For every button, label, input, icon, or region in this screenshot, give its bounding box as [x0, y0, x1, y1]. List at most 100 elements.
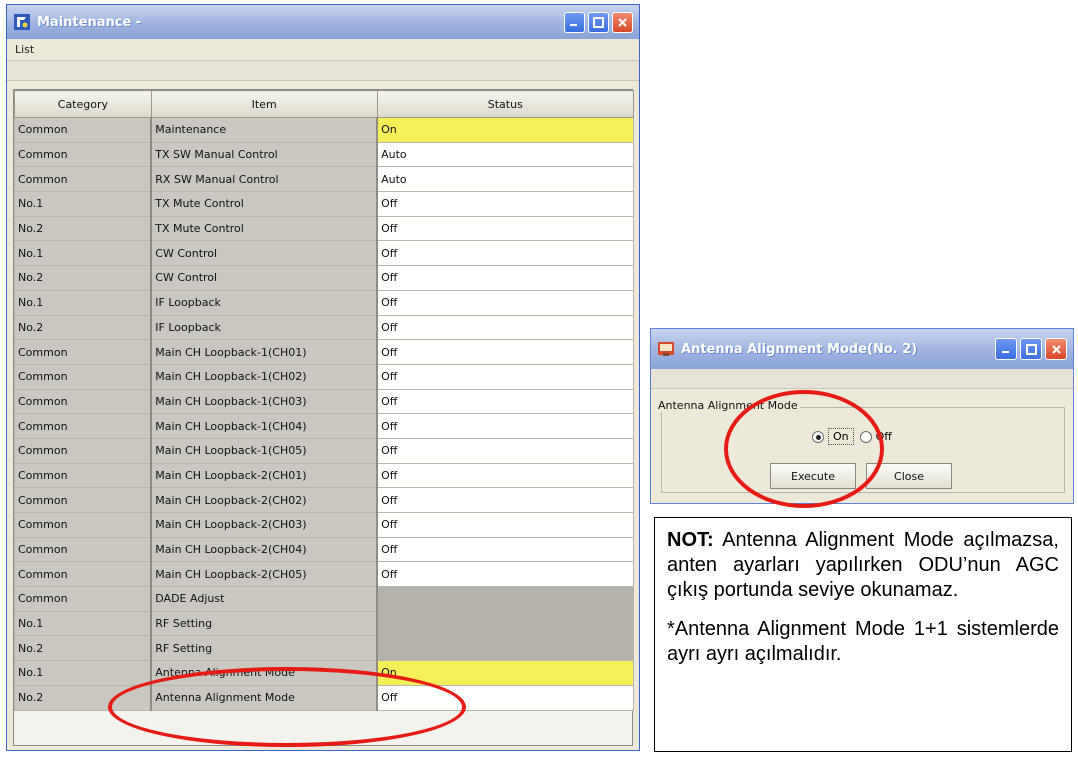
cell-status[interactable]: Off: [376, 191, 635, 217]
cell-status[interactable]: Off: [376, 561, 635, 588]
cell-category[interactable]: No.1: [14, 191, 152, 217]
cell-status[interactable]: [376, 610, 635, 637]
table-row[interactable]: No.1 Antenna Alignment Mode On: [14, 660, 635, 686]
cell-category[interactable]: Common: [14, 512, 152, 538]
cell-category[interactable]: No.1: [14, 289, 152, 316]
cell-category[interactable]: Common: [14, 586, 152, 612]
cell-category[interactable]: No.2: [14, 215, 152, 242]
cell-item[interactable]: DADE Adjust: [150, 586, 378, 612]
table-row[interactable]: Common Main CH Loopback-1(CH03) Off: [14, 388, 635, 415]
table-row[interactable]: No.2 Antenna Alignment Mode Off: [14, 684, 635, 711]
maintenance-titlebar[interactable]: Maintenance -: [7, 5, 639, 39]
cell-item[interactable]: RF Setting: [150, 610, 378, 637]
cell-status[interactable]: Off: [376, 536, 635, 563]
column-header-status[interactable]: Status: [376, 90, 635, 118]
table-row[interactable]: No.2 CW Control Off: [14, 265, 635, 291]
cell-item[interactable]: IF Loopback: [150, 289, 378, 316]
cell-status[interactable]: Off: [376, 684, 635, 711]
cell-item[interactable]: Main CH Loopback-1(CH05): [150, 437, 378, 464]
close-button[interactable]: [612, 11, 633, 33]
table-row[interactable]: No.2 IF Loopback Off: [14, 314, 635, 341]
cell-status[interactable]: On: [376, 117, 635, 143]
table-row[interactable]: Common Maintenance On: [14, 117, 635, 143]
dialog-maximize-button[interactable]: [1020, 338, 1042, 360]
execute-button[interactable]: Execute: [770, 463, 856, 489]
cell-item[interactable]: Antenna Alignment Mode: [150, 684, 378, 711]
cell-category[interactable]: Common: [14, 166, 152, 193]
menu-list[interactable]: List: [15, 43, 34, 56]
cell-status[interactable]: Off: [376, 265, 635, 291]
cell-category[interactable]: No.2: [14, 265, 152, 291]
cell-status[interactable]: Auto: [376, 141, 635, 168]
cell-item[interactable]: RX SW Manual Control: [150, 166, 378, 193]
cell-status[interactable]: [376, 586, 635, 612]
cell-status[interactable]: Off: [376, 240, 635, 267]
table-row[interactable]: Common Main CH Loopback-2(CH01) Off: [14, 462, 635, 489]
cell-category[interactable]: No.1: [14, 610, 152, 637]
table-row[interactable]: Common Main CH Loopback-2(CH04) Off: [14, 536, 635, 563]
cell-item[interactable]: Main CH Loopback-1(CH02): [150, 363, 378, 390]
cell-category[interactable]: No.2: [14, 635, 152, 662]
cell-item[interactable]: Main CH Loopback-1(CH03): [150, 388, 378, 415]
radio-off[interactable]: Off: [859, 430, 892, 443]
cell-item[interactable]: Main CH Loopback-2(CH01): [150, 462, 378, 489]
cell-category[interactable]: Common: [14, 487, 152, 513]
table-row[interactable]: Common Main CH Loopback-1(CH01) Off: [14, 339, 635, 365]
cell-category[interactable]: Common: [14, 413, 152, 439]
cell-category[interactable]: Common: [14, 117, 152, 143]
cell-item[interactable]: Main CH Loopback-1(CH04): [150, 413, 378, 439]
cell-status[interactable]: Off: [376, 437, 635, 464]
cell-item[interactable]: Maintenance: [150, 117, 378, 143]
cell-status[interactable]: Off: [376, 363, 635, 390]
maximize-button[interactable]: [588, 11, 609, 33]
cell-item[interactable]: Main CH Loopback-1(CH01): [150, 339, 378, 365]
cell-status[interactable]: Auto: [376, 166, 635, 193]
cell-item[interactable]: RF Setting: [150, 635, 378, 662]
cell-item[interactable]: TX Mute Control: [150, 215, 378, 242]
column-header-category[interactable]: Category: [14, 90, 152, 118]
cell-item[interactable]: Main CH Loopback-2(CH05): [150, 561, 378, 588]
radio-off-indicator[interactable]: [859, 430, 872, 443]
cell-status[interactable]: Off: [376, 339, 635, 365]
cell-item[interactable]: CW Control: [150, 265, 378, 291]
table-row[interactable]: No.2 TX Mute Control Off: [14, 215, 635, 242]
table-row[interactable]: Common TX SW Manual Control Auto: [14, 141, 635, 168]
cell-item[interactable]: IF Loopback: [150, 314, 378, 341]
table-row[interactable]: Common Main CH Loopback-1(CH05) Off: [14, 437, 635, 464]
dialog-titlebar[interactable]: Antenna Alignment Mode(No. 2): [651, 329, 1073, 369]
cell-category[interactable]: Common: [14, 462, 152, 489]
cell-category[interactable]: Common: [14, 561, 152, 588]
cell-item[interactable]: Main CH Loopback-2(CH03): [150, 512, 378, 538]
table-row[interactable]: No.2 RF Setting: [14, 635, 635, 662]
cell-item[interactable]: Main CH Loopback-2(CH04): [150, 536, 378, 563]
table-row[interactable]: Common Main CH Loopback-2(CH03) Off: [14, 512, 635, 538]
cell-item[interactable]: TX SW Manual Control: [150, 141, 378, 168]
table-row[interactable]: Common Main CH Loopback-1(CH02) Off: [14, 363, 635, 390]
table-row[interactable]: No.1 CW Control Off: [14, 240, 635, 267]
cell-category[interactable]: Common: [14, 339, 152, 365]
cell-status[interactable]: Off: [376, 388, 635, 415]
table-row[interactable]: Common DADE Adjust: [14, 586, 635, 612]
dialog-minimize-button[interactable]: [995, 338, 1017, 360]
cell-status[interactable]: Off: [376, 289, 635, 316]
table-row[interactable]: Common Main CH Loopback-2(CH02) Off: [14, 487, 635, 513]
cell-item[interactable]: TX Mute Control: [150, 191, 378, 217]
cell-category[interactable]: Common: [14, 363, 152, 390]
cell-category[interactable]: No.1: [14, 240, 152, 267]
radio-on[interactable]: On: [812, 428, 854, 445]
column-header-item[interactable]: Item: [150, 90, 378, 118]
cell-status[interactable]: Off: [376, 215, 635, 242]
minimize-button[interactable]: [564, 11, 585, 33]
table-row[interactable]: No.1 IF Loopback Off: [14, 289, 635, 316]
cell-status[interactable]: On: [376, 660, 635, 686]
cell-category[interactable]: Common: [14, 536, 152, 563]
cell-category[interactable]: Common: [14, 141, 152, 168]
close-dialog-button[interactable]: Close: [866, 463, 952, 489]
cell-category[interactable]: No.2: [14, 314, 152, 341]
table-row[interactable]: No.1 RF Setting: [14, 610, 635, 637]
cell-status[interactable]: Off: [376, 462, 635, 489]
cell-category[interactable]: No.2: [14, 684, 152, 711]
cell-item[interactable]: CW Control: [150, 240, 378, 267]
cell-category[interactable]: No.1: [14, 660, 152, 686]
cell-status[interactable]: Off: [376, 314, 635, 341]
